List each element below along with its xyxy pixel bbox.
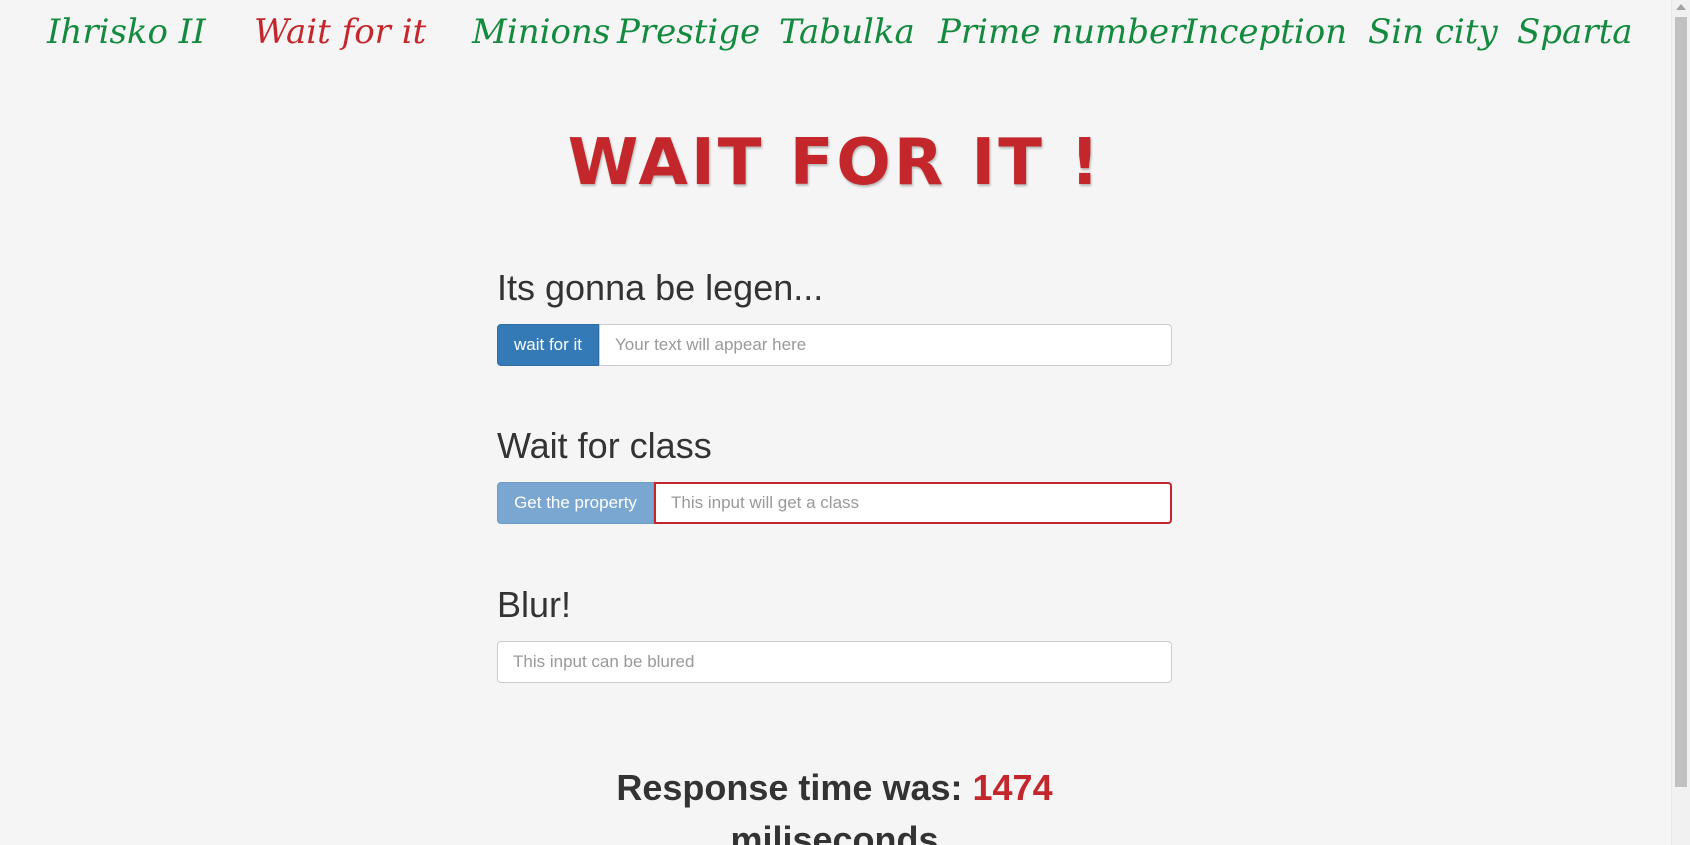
section-legen: Its gonna be legen... wait for it: [497, 266, 1172, 366]
nav-item-minions[interactable]: Minions: [472, 8, 610, 56]
vertical-scrollbar[interactable]: [1671, 0, 1690, 845]
nav-item-prime-number[interactable]: Prime number: [938, 8, 1185, 56]
page-title: WAIT FOR IT !: [567, 126, 1103, 200]
get-property-button[interactable]: Get the property: [497, 482, 654, 524]
section-blur: Blur!: [497, 583, 1172, 683]
nav-item-ihrisko-ii[interactable]: Ihrisko II: [47, 8, 206, 56]
legen-input-group: wait for it: [497, 324, 1172, 366]
legen-text-input[interactable]: [599, 324, 1172, 366]
section-wait-for-class: Wait for class Get the property: [497, 424, 1172, 524]
response-time-value: 1474: [972, 767, 1053, 808]
nav-item-prestige[interactable]: Prestige: [617, 8, 760, 56]
wait-class-input-group: Get the property: [497, 482, 1172, 524]
blur-input-group: [497, 641, 1172, 683]
section-heading-wait-for-class: Wait for class: [497, 425, 712, 466]
scroll-thumb[interactable]: [1675, 17, 1687, 787]
blur-input[interactable]: [497, 641, 1172, 683]
response-time-text: Response time was: 1474 miliseconds: [497, 762, 1172, 845]
page: Ihrisko II Wait for it Minions Prestige …: [0, 0, 1690, 845]
scroll-up-arrow-icon[interactable]: [1676, 4, 1686, 10]
nav-item-wait-for-it[interactable]: Wait for it: [254, 8, 426, 56]
section-heading-legen: Its gonna be legen...: [497, 267, 824, 308]
top-nav: Ihrisko II Wait for it Minions Prestige …: [0, 8, 1670, 64]
wait-for-it-button[interactable]: wait for it: [497, 324, 599, 366]
section-heading-blur: Blur!: [497, 584, 572, 625]
class-target-input[interactable]: [654, 482, 1172, 524]
response-suffix: miliseconds: [730, 819, 939, 845]
nav-item-sin-city[interactable]: Sin city: [1368, 8, 1498, 56]
response-prefix: Response time was:: [616, 767, 963, 808]
nav-item-inception[interactable]: Inception: [1184, 8, 1347, 56]
nav-item-sparta[interactable]: Sparta: [1517, 8, 1633, 56]
nav-item-tabulka[interactable]: Tabulka: [779, 8, 915, 56]
